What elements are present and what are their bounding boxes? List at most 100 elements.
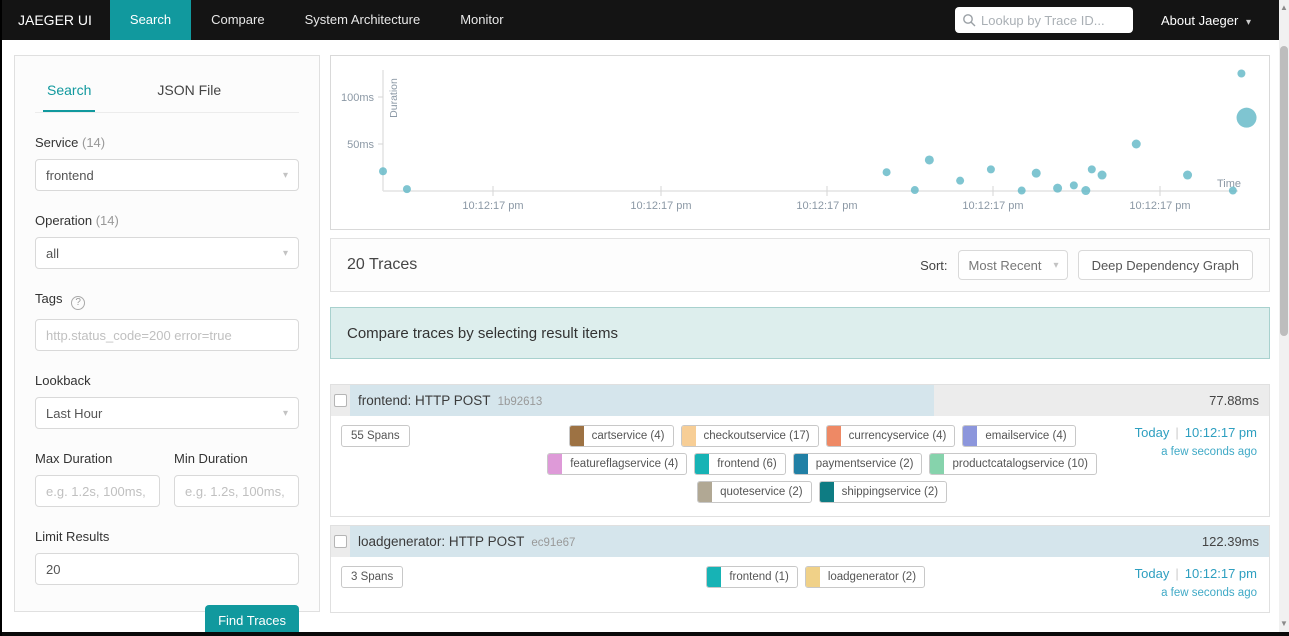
- trace-scatter-point[interactable]: [1017, 186, 1026, 195]
- trace-scatter-point[interactable]: [986, 165, 995, 174]
- deep-dependency-graph-button[interactable]: Deep Dependency Graph: [1077, 250, 1253, 280]
- app-logo[interactable]: JAEGER UI: [2, 0, 110, 40]
- navbar-menu: Search Compare System Architecture Monitor: [109, 0, 524, 40]
- window-bottom-edge: [2, 632, 1289, 636]
- trace-scatter-point[interactable]: [379, 167, 387, 176]
- compare-banner: Compare traces by selecting result items: [330, 307, 1270, 359]
- chevron-down-icon: ▾: [282, 407, 288, 419]
- trace-lookup-input[interactable]: [981, 12, 1121, 28]
- trace-scatter-point[interactable]: [910, 186, 919, 195]
- operation-label: Operation: [35, 213, 93, 228]
- trace-scatter-point[interactable]: [1237, 69, 1246, 78]
- nav-item-search[interactable]: Search: [109, 0, 192, 40]
- trace-header[interactable]: frontend: HTTP POST 1b92613 77.88ms: [331, 385, 1269, 416]
- tags-input-wrap: [35, 319, 299, 351]
- tags-input[interactable]: [46, 327, 288, 343]
- trace-date: Today: [1134, 566, 1170, 581]
- trace-scatter-point[interactable]: [924, 155, 934, 165]
- trace-scatter-point[interactable]: [1131, 139, 1141, 149]
- service-chips: cartservice (4) checkoutservice (17) curre…: [540, 425, 1105, 503]
- service-chip-label: featureflagservice (4): [570, 458, 679, 470]
- trace-scatter-point[interactable]: [1228, 186, 1237, 195]
- trace-body: 3 Spans frontend (1) loadgenerator (2) Toda…: [331, 557, 1269, 612]
- trace-result-card[interactable]: frontend: HTTP POST 1b92613 77.88ms 55 Span…: [330, 384, 1270, 517]
- operation-select[interactable]: all ▾: [35, 237, 299, 269]
- trace-select-checkbox[interactable]: [334, 535, 347, 548]
- trace-lookup-box[interactable]: [955, 7, 1133, 33]
- service-count: (14): [81, 135, 106, 150]
- service-chip: productcatalogservice (10): [929, 453, 1097, 475]
- trace-count: 20 Traces: [347, 256, 418, 273]
- service-color-swatch: [698, 482, 713, 502]
- trace-scatter-point[interactable]: [1236, 107, 1257, 128]
- y-axis-label: Duration: [388, 78, 400, 118]
- min-duration-label: Min Duration: [174, 451, 248, 466]
- nav-item-monitor[interactable]: Monitor: [440, 0, 523, 40]
- lookback-label: Lookback: [35, 373, 91, 388]
- service-select[interactable]: frontend ▾: [35, 159, 299, 191]
- trace-scatter-point[interactable]: [956, 176, 965, 185]
- service-color-swatch: [930, 454, 945, 474]
- trace-relative-time: a few seconds ago: [1161, 587, 1257, 599]
- lookback-field: Lookback Last Hour ▾: [35, 373, 299, 429]
- service-chips: frontend (1) loadgenerator (2): [533, 566, 1098, 599]
- sort-select[interactable]: Most Recent ▾: [957, 250, 1068, 280]
- trace-scatter-point[interactable]: [402, 185, 411, 194]
- trace-time: 10:12:17 pm: [1184, 425, 1257, 440]
- max-duration-label: Max Duration: [35, 451, 113, 466]
- service-chip: shippingservice (2): [818, 481, 948, 503]
- help-icon[interactable]: ?: [71, 296, 86, 310]
- trace-scatter-point[interactable]: [882, 168, 891, 177]
- duration-scatter-chart[interactable]: 100ms 50ms 10:12:17 pm 10:12:17 pm 10:12:17 …: [330, 55, 1270, 230]
- limit-results-input[interactable]: [46, 561, 288, 577]
- x-tick-label: 10:12:17 pm: [630, 200, 691, 212]
- service-chip-label: loadgenerator (2): [827, 571, 917, 583]
- trace-scatter-point[interactable]: [1053, 183, 1063, 193]
- x-tick-label: 10:12:17 pm: [962, 200, 1023, 212]
- trace-header[interactable]: loadgenerator: HTTP POST ec91e67 122.39ms: [331, 526, 1269, 557]
- vertical-scrollbar[interactable]: ▲ ▼: [1279, 0, 1289, 636]
- trace-scatter-point[interactable]: [1031, 168, 1041, 178]
- service-chip: featureflagservice (4): [547, 453, 688, 475]
- service-chip: frontend (1): [706, 566, 798, 588]
- trace-scatter-point[interactable]: [1097, 170, 1107, 180]
- trace-scatter-point[interactable]: [1087, 165, 1096, 174]
- service-label: Service: [35, 135, 79, 150]
- scrollbar-thumb[interactable]: [1280, 46, 1288, 336]
- min-duration-input[interactable]: [185, 483, 288, 499]
- trace-scatter-point[interactable]: [1183, 170, 1193, 180]
- service-color-swatch: [826, 426, 841, 446]
- top-navbar: JAEGER UI Search Compare System Architectu…: [2, 0, 1281, 40]
- nav-item-system-architecture[interactable]: System Architecture: [285, 0, 441, 40]
- service-chip: emailservice (4): [962, 425, 1076, 447]
- nav-item-compare[interactable]: Compare: [191, 0, 284, 40]
- service-chip-label: frontend (1): [729, 571, 789, 583]
- search-sidebar: Search JSON File Service (14) frontend ▾ …: [14, 55, 320, 636]
- tags-field: Tags ?: [35, 291, 299, 351]
- trace-scatter-point[interactable]: [1069, 181, 1078, 190]
- chevron-down-icon: ▾: [1053, 259, 1059, 271]
- tab-json-file[interactable]: JSON File: [153, 72, 225, 112]
- trace-result-card[interactable]: loadgenerator: HTTP POST ec91e67 122.39ms 3…: [330, 525, 1270, 613]
- service-chip: quoteservice (2): [697, 481, 812, 503]
- trace-time: 10:12:17 pm: [1184, 566, 1257, 581]
- span-count-chip: 3 Spans: [341, 566, 404, 588]
- scroll-up-arrow[interactable]: ▲: [1279, 2, 1289, 14]
- max-duration-input[interactable]: [46, 483, 149, 499]
- service-chip: loadgenerator (2): [804, 566, 926, 588]
- trace-body: 55 Spans cartservice (4) checkoutservice (…: [331, 416, 1269, 516]
- service-color-swatch: [681, 426, 696, 446]
- duration-fields: Max Duration Min Duration: [35, 451, 299, 507]
- trace-scatter-point[interactable]: [1081, 186, 1091, 196]
- service-color-swatch: [707, 567, 722, 587]
- trace-select-checkbox[interactable]: [334, 394, 347, 407]
- scroll-down-arrow[interactable]: ▼: [1279, 618, 1289, 630]
- x-tick-label: 10:12:17 pm: [1129, 200, 1190, 212]
- lookback-select[interactable]: Last Hour ▾: [35, 397, 299, 429]
- y-tick-label: 50ms: [347, 139, 374, 151]
- operation-count: (14): [95, 213, 119, 228]
- about-jaeger-menu[interactable]: About Jaeger ▾: [1161, 13, 1251, 28]
- tab-search[interactable]: Search: [43, 72, 96, 112]
- service-chip: frontend (6): [694, 453, 786, 475]
- service-chip-label: shippingservice (2): [841, 486, 939, 498]
